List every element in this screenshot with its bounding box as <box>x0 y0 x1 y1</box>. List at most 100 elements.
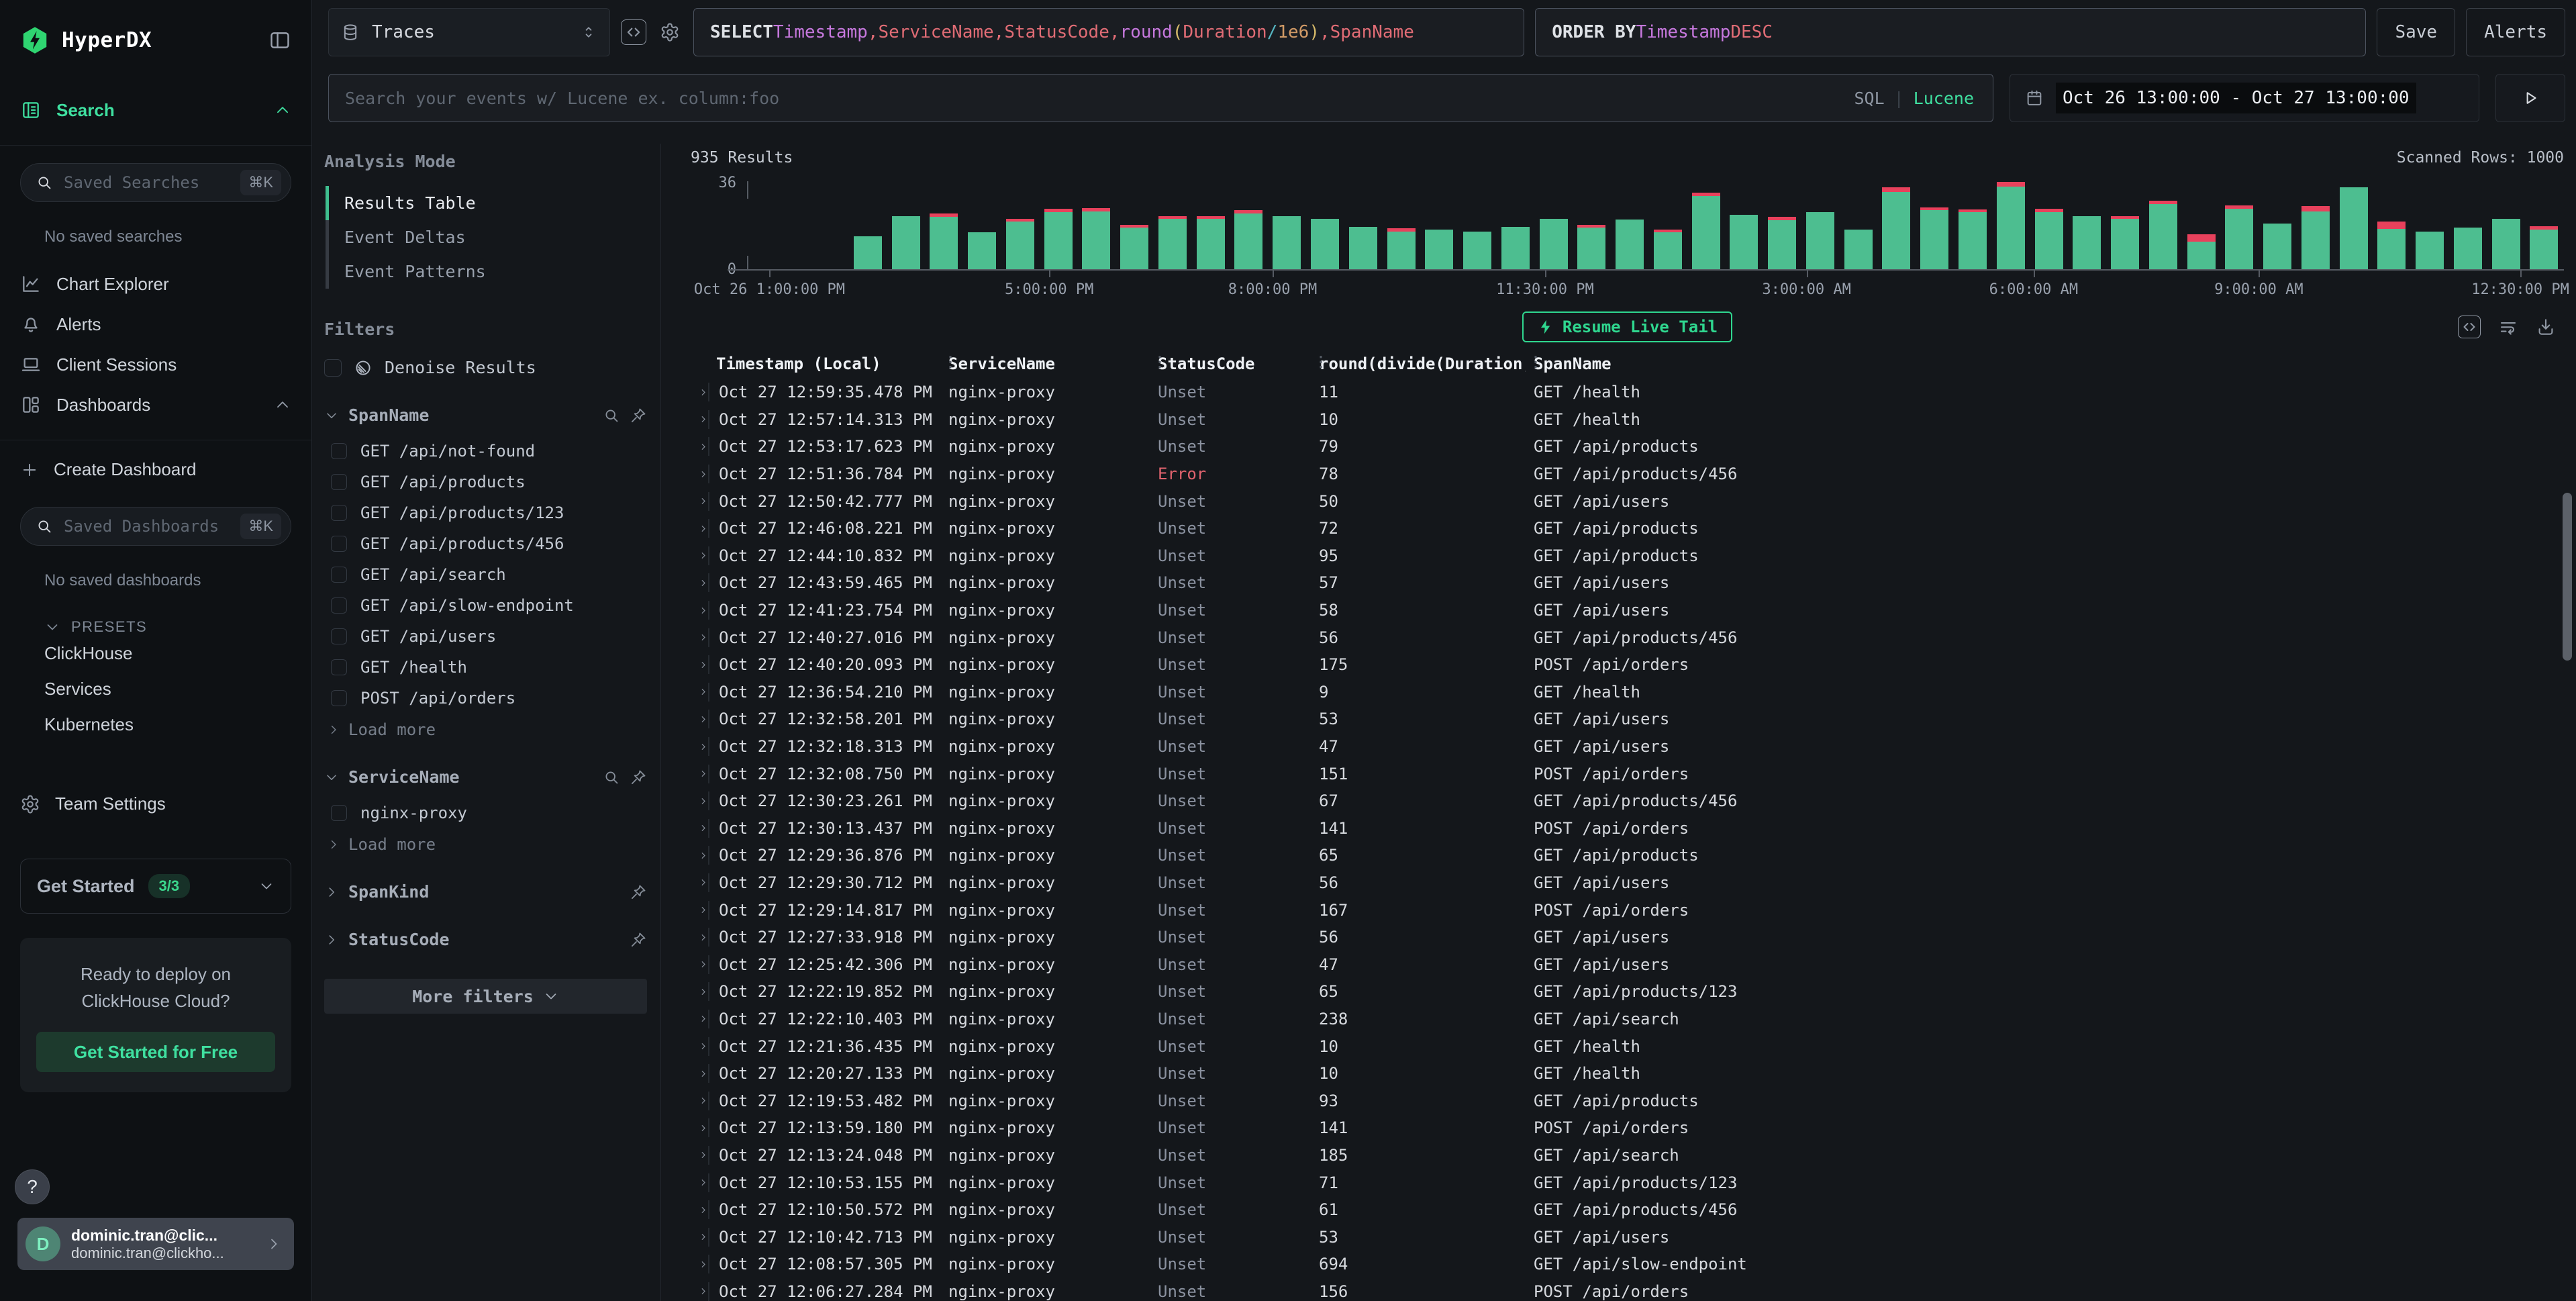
more-filters-button[interactable]: More filters <box>324 979 647 1014</box>
collapse-sidebar-icon[interactable] <box>268 29 291 52</box>
table-row[interactable]: Oct 27 12:32:18.313 PMnginx-proxyUnset47… <box>691 733 2564 761</box>
histogram-bar[interactable] <box>892 216 920 269</box>
saved-searches-input[interactable]: Saved Searches ⌘K <box>20 163 291 202</box>
filter-value-row[interactable]: GET /api/products/456 <box>324 528 647 559</box>
sidebar-item-dashboards[interactable]: Dashboards <box>0 385 311 425</box>
histogram-bar[interactable] <box>1006 219 1034 269</box>
filter-group-header[interactable]: SpanName <box>324 405 647 425</box>
expand-row-chevron-icon[interactable] <box>691 440 708 453</box>
table-row[interactable]: Oct 27 12:50:42.777 PMnginx-proxyUnset50… <box>691 487 2564 515</box>
alerts-button[interactable]: Alerts <box>2466 8 2565 56</box>
analysis-mode-event-patterns[interactable]: Event Patterns <box>324 254 647 289</box>
table-row[interactable]: Oct 27 12:57:14.313 PMnginx-proxyUnset10… <box>691 406 2564 434</box>
table-row[interactable]: Oct 27 12:22:10.403 PMnginx-proxyUnset23… <box>691 1006 2564 1033</box>
histogram-bar[interactable] <box>1616 220 1644 269</box>
expand-row-chevron-icon[interactable] <box>691 522 708 535</box>
select-clause-input[interactable]: SELECT Timestamp,ServiceName,StatusCode,… <box>693 8 1524 56</box>
histogram-bar[interactable] <box>1882 187 1910 269</box>
table-row[interactable]: Oct 27 12:41:23.754 PMnginx-proxyUnset58… <box>691 597 2564 624</box>
table-row[interactable]: Oct 27 12:32:58.201 PMnginx-proxyUnset53… <box>691 706 2564 733</box>
filter-search-icon[interactable] <box>603 769 620 786</box>
checkbox[interactable] <box>331 805 347 821</box>
order-by-input[interactable]: ORDER BY Timestamp DESC <box>1535 8 2366 56</box>
table-row[interactable]: Oct 27 12:43:59.465 PMnginx-proxyUnset57… <box>691 569 2564 597</box>
expand-row-chevron-icon[interactable] <box>691 958 708 971</box>
saved-dashboards-input[interactable]: Saved Dashboards ⌘K <box>20 507 291 546</box>
run-query-button[interactable] <box>2495 74 2565 122</box>
histogram-bar[interactable] <box>2454 228 2482 269</box>
table-row[interactable]: Oct 27 12:40:20.093 PMnginx-proxyUnset17… <box>691 651 2564 679</box>
table-row[interactable]: Oct 27 12:40:27.016 PMnginx-proxyUnset56… <box>691 624 2564 651</box>
pin-icon[interactable] <box>630 407 647 424</box>
filter-value-row[interactable]: GET /health <box>324 652 647 683</box>
download-icon[interactable] <box>2536 317 2556 337</box>
chart-plot[interactable]: Oct 26 1:00:00 PM5:00:00 PM8:00:00 PM11:… <box>748 181 2564 271</box>
histogram-bar[interactable] <box>1387 228 1416 269</box>
pin-icon[interactable] <box>630 883 647 901</box>
expand-row-chevron-icon[interactable] <box>691 713 708 726</box>
table-row[interactable]: Oct 27 12:51:36.784 PMnginx-proxyError78… <box>691 461 2564 488</box>
filter-group-header[interactable]: StatusCode <box>324 930 647 949</box>
table-row[interactable]: Oct 27 12:10:53.155 PMnginx-proxyUnset71… <box>691 1169 2564 1196</box>
column-header-servicename[interactable]: ServiceName <box>940 354 1150 373</box>
expand-row-chevron-icon[interactable] <box>691 931 708 944</box>
checkbox[interactable] <box>331 690 347 706</box>
histogram-bar[interactable] <box>1463 232 1491 270</box>
table-row[interactable]: Oct 27 12:29:14.817 PMnginx-proxyUnset16… <box>691 896 2564 924</box>
histogram-bar[interactable] <box>2149 201 2177 269</box>
column-header-spanname[interactable]: SpanName <box>1526 354 2564 373</box>
table-row[interactable]: Oct 27 12:36:54.210 PMnginx-proxyUnset9G… <box>691 679 2564 706</box>
analysis-mode-results-table[interactable]: Results Table <box>324 186 647 220</box>
table-row[interactable]: Oct 27 12:08:57.305 PMnginx-proxyUnset69… <box>691 1251 2564 1278</box>
table-row[interactable]: Oct 27 12:30:23.261 PMnginx-proxyUnset67… <box>691 787 2564 815</box>
load-more-button[interactable]: Load more <box>324 714 647 739</box>
date-range-picker[interactable]: Oct 26 13:00:00 - Oct 27 13:00:00 <box>2010 74 2479 122</box>
language-lucene-option[interactable]: Lucene <box>1914 89 1974 108</box>
load-more-button[interactable]: Load more <box>324 828 647 854</box>
expand-row-chevron-icon[interactable] <box>691 1094 708 1107</box>
expand-row-chevron-icon[interactable] <box>691 685 708 698</box>
filter-value-row[interactable]: GET /api/users <box>324 621 647 652</box>
table-row[interactable]: Oct 27 12:32:08.750 PMnginx-proxyUnset15… <box>691 760 2564 787</box>
user-menu[interactable]: D dominic.tran@clic... dominic.tran@clic… <box>17 1218 294 1270</box>
expand-row-chevron-icon[interactable] <box>691 1204 708 1216</box>
histogram-bar[interactable] <box>1844 230 1873 270</box>
filter-value-row[interactable]: GET /api/slow-endpoint <box>324 590 647 621</box>
sidebar-item-client-sessions[interactable]: Client Sessions <box>0 344 311 385</box>
histogram-bar[interactable] <box>1540 219 1568 269</box>
wrap-lines-icon[interactable] <box>2498 317 2518 337</box>
checkbox[interactable] <box>331 474 347 490</box>
analysis-mode-event-deltas[interactable]: Event Deltas <box>324 220 647 254</box>
table-row[interactable]: Oct 27 12:59:35.478 PMnginx-proxyUnset11… <box>691 379 2564 406</box>
filter-value-row[interactable]: nginx-proxy <box>324 798 647 828</box>
histogram-bar[interactable] <box>1044 209 1073 269</box>
histogram-bar[interactable] <box>2111 216 2139 269</box>
histogram-bar[interactable] <box>1273 216 1301 269</box>
checkbox[interactable] <box>331 659 347 675</box>
filter-group-header[interactable]: SpanKind <box>324 882 647 902</box>
table-row[interactable]: Oct 27 12:30:13.437 PMnginx-proxyUnset14… <box>691 815 2564 842</box>
histogram-bar[interactable] <box>1120 225 1148 269</box>
filter-value-row[interactable]: GET /api/products <box>324 467 647 497</box>
table-row[interactable]: Oct 27 12:22:19.852 PMnginx-proxyUnset65… <box>691 978 2564 1006</box>
filter-value-row[interactable]: POST /api/orders <box>324 683 647 714</box>
preset-clickhouse[interactable]: ClickHouse <box>0 636 311 671</box>
histogram-bar[interactable] <box>1234 210 1262 269</box>
histogram-bar[interactable] <box>2340 187 2368 269</box>
expand-row-chevron-icon[interactable] <box>691 740 708 753</box>
table-row[interactable]: Oct 27 12:13:59.180 PMnginx-proxyUnset14… <box>691 1114 2564 1142</box>
expand-row-chevron-icon[interactable] <box>691 1176 708 1189</box>
table-row[interactable]: Oct 27 12:10:42.713 PMnginx-proxyUnset53… <box>691 1223 2564 1251</box>
table-row[interactable]: Oct 27 12:20:27.133 PMnginx-proxyUnset10… <box>691 1060 2564 1088</box>
resume-live-tail-button[interactable]: Resume Live Tail <box>1522 311 1732 342</box>
column-header-duration[interactable]: round(divide(Duration, <box>1311 354 1526 373</box>
histogram-bar[interactable] <box>2225 205 2253 269</box>
histogram-bar[interactable] <box>1425 230 1453 270</box>
table-row[interactable]: Oct 27 12:13:24.048 PMnginx-proxyUnset18… <box>691 1142 2564 1169</box>
histogram-bar[interactable] <box>1197 216 1225 269</box>
histogram-bar[interactable] <box>2035 209 2063 269</box>
filter-value-row[interactable]: GET /api/search <box>324 559 647 590</box>
histogram-bar[interactable] <box>1768 217 1796 269</box>
code-editor-icon[interactable] <box>621 19 646 45</box>
histogram-bar[interactable] <box>1501 227 1530 269</box>
